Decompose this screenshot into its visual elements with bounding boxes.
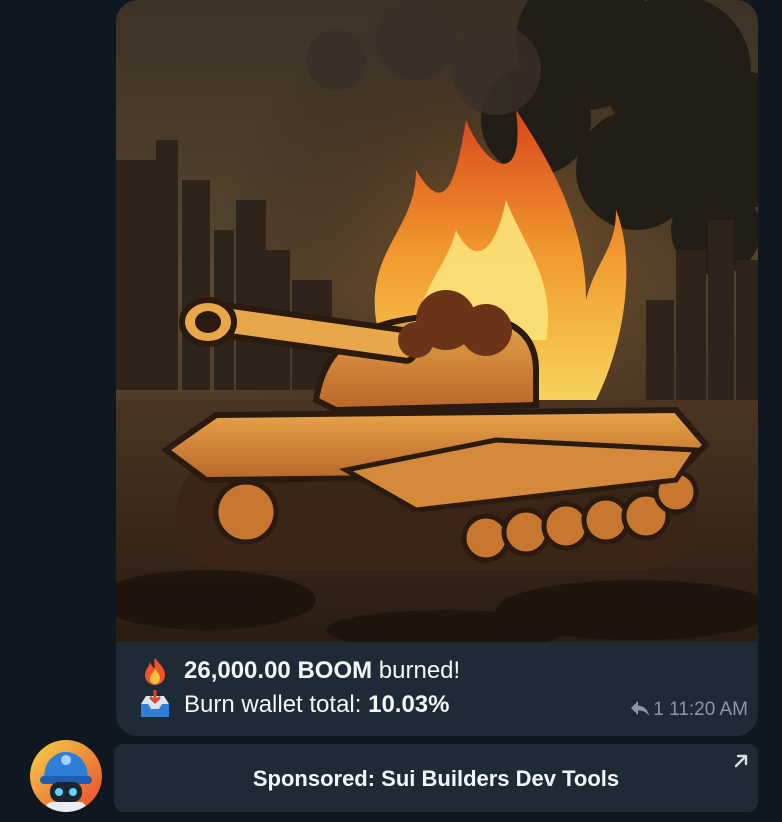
message-meta: 1 11:20 AM [629, 698, 748, 722]
burn-wallet-value: 10.03% [368, 691, 450, 718]
fire-icon [145, 658, 165, 685]
sponsored-label: Sponsored: Sui Builders Dev Tools [252, 766, 620, 791]
message-bubble: 26,000.00 BOOM burned! Burn wallet total… [116, 0, 758, 736]
burn-amount-line: 26,000.00 BOOM burned! [138, 656, 460, 686]
burning-tank-image[interactable] [116, 0, 758, 642]
message-text: 26,000.00 BOOM burned! Burn wallet total… [138, 652, 748, 732]
reply-count[interactable]: 1 [653, 699, 664, 720]
burn-wallet-label: Burn wallet total: [184, 691, 369, 718]
reply-icon[interactable] [629, 699, 651, 717]
sponsored-button[interactable]: Sponsored: Sui Builders Dev Tools [114, 744, 758, 812]
burn-wallet-line: Burn wallet total: 10.03% [138, 690, 450, 720]
arrow-up-right-icon [734, 754, 748, 768]
burn-suffix: burned! [372, 657, 461, 684]
message-timestamp: 11:20 AM [669, 699, 748, 720]
tank-illustration [116, 0, 758, 642]
inbox-tray-icon [141, 690, 169, 717]
bot-avatar[interactable] [30, 740, 102, 812]
robot-avatar-icon [30, 740, 102, 812]
burn-amount: 26,000.00 BOOM [184, 657, 373, 684]
